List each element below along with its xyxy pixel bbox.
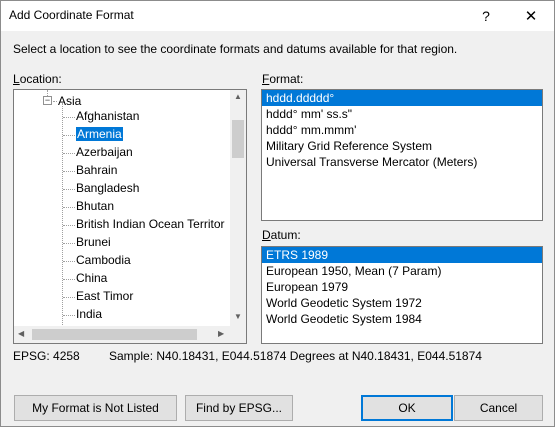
format-list-item[interactable]: Military Grid Reference System — [262, 138, 542, 154]
scroll-left-icon[interactable]: ◀ — [18, 329, 24, 338]
find-by-epsg-button[interactable]: Find by EPSG... — [185, 395, 293, 421]
help-icon: ? — [482, 8, 490, 24]
scroll-down-icon[interactable]: ▼ — [234, 312, 242, 321]
scroll-corner — [230, 326, 246, 343]
tree-item[interactable]: China — [76, 270, 107, 288]
window-title: Add Coordinate Format — [9, 8, 134, 22]
format-list-item[interactable]: hddd° mm' ss.s" — [262, 106, 542, 122]
tree-item[interactable]: India — [76, 306, 102, 324]
tree-item[interactable]: Armenia — [76, 126, 123, 144]
tree-item[interactable]: Bangladesh — [76, 180, 139, 198]
tree-guide-line — [62, 103, 63, 326]
format-list-item[interactable]: hddd.ddddd° — [262, 90, 542, 106]
scroll-up-icon[interactable]: ▲ — [234, 92, 242, 101]
tree-item[interactable]: Azerbaijan — [76, 144, 133, 162]
format-list-item[interactable]: hddd° mm.mmm' — [262, 122, 542, 138]
datum-list-item[interactable]: World Geodetic System 1984 — [262, 311, 542, 327]
datum-list-item[interactable]: ETRS 1989 — [262, 247, 542, 263]
tree-item[interactable]: Afghanistan — [76, 108, 139, 126]
cancel-button[interactable]: Cancel — [454, 395, 543, 421]
datum-list[interactable]: ETRS 1989 European 1950, Mean (7 Param) Eu… — [261, 246, 543, 344]
tree-item[interactable]: Bahrain — [76, 162, 117, 180]
format-list-item[interactable]: Universal Transverse Mercator (Meters) — [262, 154, 542, 170]
close-button[interactable]: ✕ — [511, 1, 551, 31]
tree-vertical-scrollbar[interactable]: ▲ ▼ — [230, 90, 246, 326]
location-tree[interactable]: − Asia Afghanistan Armenia Azerbaijan Bahra… — [13, 89, 247, 344]
title-bar: Add Coordinate Format ? ✕ — [1, 1, 554, 31]
my-format-not-listed-button[interactable]: My Format is Not Listed — [14, 395, 177, 421]
datum-list-item[interactable]: World Geodetic System 1972 — [262, 295, 542, 311]
close-icon: ✕ — [524, 8, 538, 25]
horizontal-scroll-thumb[interactable] — [32, 329, 197, 340]
tree-item[interactable]: East Timor — [76, 288, 133, 306]
format-label: Format: — [262, 72, 304, 86]
location-label: Location: — [13, 72, 62, 86]
scroll-right-icon[interactable]: ▶ — [218, 329, 224, 338]
datum-list-item[interactable]: European 1979 — [262, 279, 542, 295]
tree-item[interactable]: Brunei — [76, 234, 111, 252]
tree-item[interactable]: Cambodia — [76, 252, 131, 270]
epsg-code: EPSG: 4258 — [13, 349, 80, 363]
format-list[interactable]: hddd.ddddd° hddd° mm' ss.s" hddd° mm.mmm' M… — [261, 89, 543, 221]
help-button[interactable]: ? — [466, 1, 506, 31]
add-coordinate-format-dialog: Add Coordinate Format ? ✕ Select a locat… — [0, 0, 555, 427]
datum-label: Datum: — [262, 228, 301, 242]
ok-button[interactable]: OK — [361, 395, 453, 421]
datum-list-item[interactable]: European 1950, Mean (7 Param) — [262, 263, 542, 279]
tree-item[interactable]: British Indian Ocean Territor — [76, 216, 225, 234]
instruction-text: Select a location to see the coordinate … — [13, 42, 458, 56]
vertical-scroll-thumb[interactable] — [232, 120, 244, 158]
collapse-icon[interactable]: − — [43, 96, 52, 105]
tree-viewport: − Asia Afghanistan Armenia Azerbaijan Bahra… — [14, 90, 232, 326]
sample-text: Sample: N40.18431, E044.51874 Degrees at… — [109, 349, 482, 363]
tree-item[interactable]: Bhutan — [76, 198, 114, 216]
tree-horizontal-scrollbar[interactable]: ◀ ▶ — [14, 326, 232, 343]
